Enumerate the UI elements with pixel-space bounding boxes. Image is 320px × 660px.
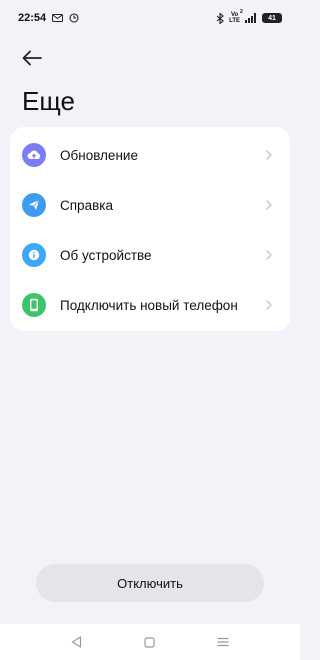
menu-item-label: Подключить новый телефон bbox=[60, 297, 238, 313]
menu-item-help[interactable]: Справка bbox=[10, 180, 290, 230]
signal-sim-label: 2 bbox=[240, 9, 243, 15]
chevron-right-icon bbox=[264, 198, 274, 212]
nav-recents-button[interactable] bbox=[208, 627, 238, 657]
send-icon bbox=[22, 193, 46, 217]
back-button[interactable] bbox=[18, 44, 46, 72]
battery-icon: 41 bbox=[262, 13, 282, 23]
status-time: 22:54 bbox=[18, 12, 47, 24]
nav-home-button[interactable] bbox=[135, 627, 165, 657]
menu-item-label: Справка bbox=[60, 197, 113, 213]
chevron-right-icon bbox=[264, 148, 274, 162]
nav-back-button[interactable] bbox=[62, 627, 92, 657]
menu-item-label: Обновление bbox=[60, 147, 138, 163]
navigation-bar bbox=[0, 624, 300, 660]
disable-button[interactable]: Отключить bbox=[36, 564, 264, 602]
page-title: Еще bbox=[22, 86, 75, 116]
volte-icon: Vo LTE bbox=[229, 12, 240, 24]
menu-item-connect-phone[interactable]: Подключить новый телефон bbox=[10, 280, 290, 330]
square-home-icon bbox=[144, 636, 156, 648]
menu-item-about-device[interactable]: Об устройстве bbox=[10, 230, 290, 280]
bluetooth-icon bbox=[216, 12, 224, 24]
menu-card: Обновление Справка Об устройстве Подключ… bbox=[10, 127, 290, 331]
chevron-right-icon bbox=[264, 298, 274, 312]
mail-icon bbox=[52, 14, 64, 22]
status-bar: 22:54 Vo LTE 2 41 bbox=[0, 0, 300, 36]
chevron-right-icon bbox=[264, 248, 274, 262]
info-icon bbox=[22, 243, 46, 267]
signal-icon: 2 bbox=[240, 9, 257, 23]
battery-level: 41 bbox=[268, 14, 276, 22]
cloud-upload-icon bbox=[22, 143, 46, 167]
menu-item-label: Об устройстве bbox=[60, 247, 152, 263]
phone-icon bbox=[22, 293, 46, 317]
menu-item-update[interactable]: Обновление bbox=[10, 130, 290, 180]
lte-label: LTE bbox=[229, 18, 240, 24]
arrow-left-icon bbox=[22, 50, 42, 66]
triangle-back-icon bbox=[72, 636, 82, 648]
clock-icon bbox=[69, 13, 79, 23]
menu-lines-icon bbox=[217, 637, 229, 647]
